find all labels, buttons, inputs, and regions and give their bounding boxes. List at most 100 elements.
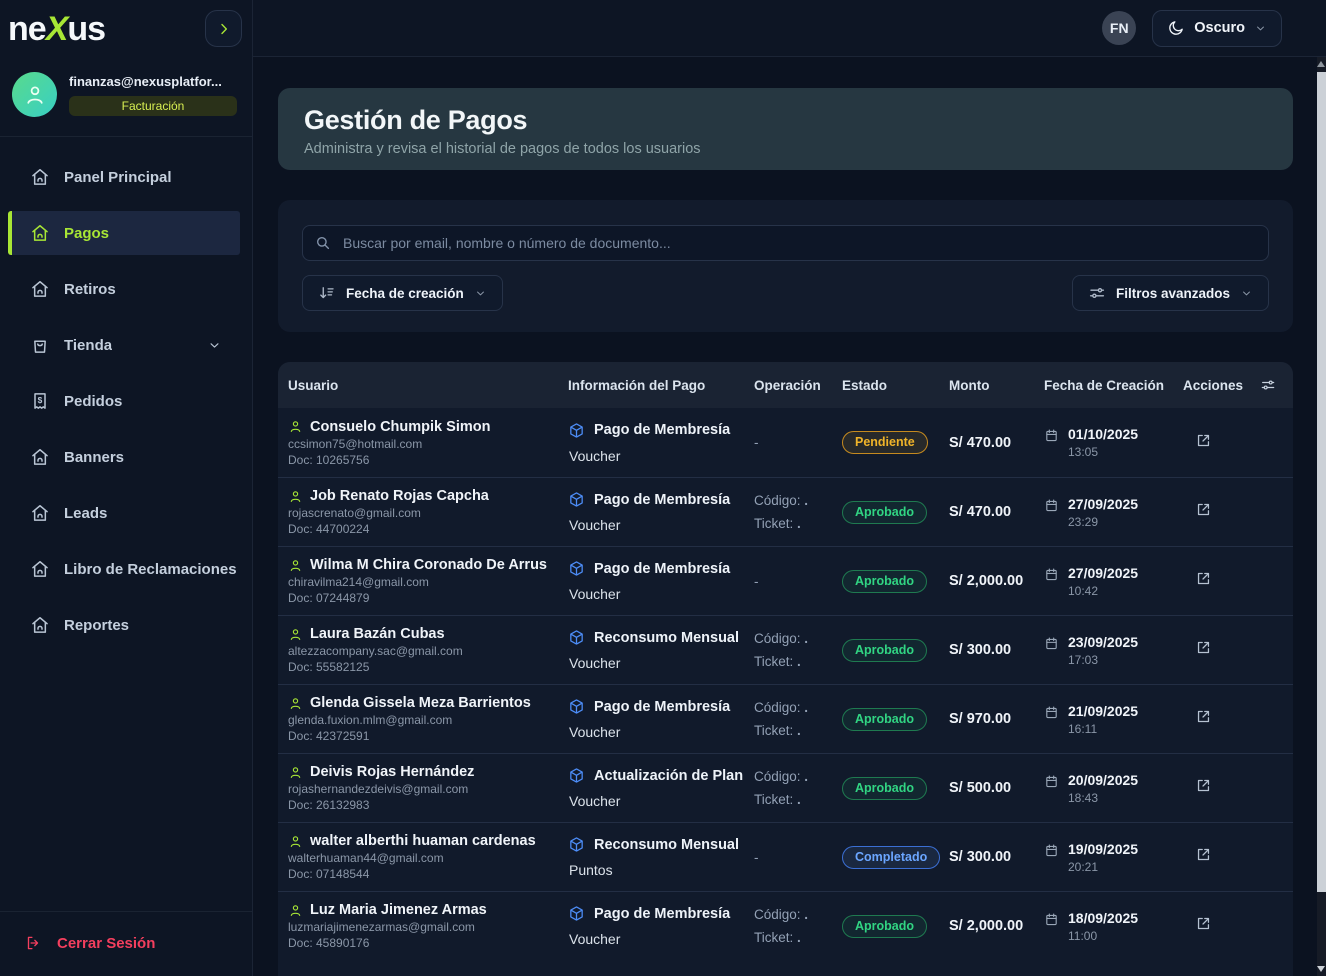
sidebar-item-pedidos[interactable]: $Pedidos [8, 379, 240, 423]
table-row[interactable]: Laura Bazán Cubas altezzacompany.sac@gma… [278, 615, 1293, 684]
payment-info-cell: Reconsumo Mensual Puntos [560, 836, 746, 878]
search-icon [314, 234, 332, 252]
user-icon [288, 627, 303, 642]
person-icon [23, 83, 47, 107]
operation-ticket: Ticket: . [754, 654, 834, 669]
sidebar-item-label: Libro de Reclamaciones [64, 561, 237, 578]
table-row[interactable]: walter alberthi huaman cardenas walterhu… [278, 822, 1293, 891]
creation-time: 13:05 [1068, 445, 1138, 459]
sidebar-item-reportes[interactable]: Reportes [8, 603, 240, 647]
open-detail-button[interactable] [1183, 570, 1212, 587]
user-cell: Wilma M Chira Coronado De Arrus chiravil… [278, 557, 560, 605]
sidebar-item-leads[interactable]: Leads [8, 491, 240, 535]
user-email: rojashernandezdeivis@gmail.com [288, 782, 560, 796]
user-doc: Doc: 42372591 [288, 729, 560, 743]
user-doc: Doc: 26132983 [288, 798, 560, 812]
user-email: chiravilma214@gmail.com [288, 575, 560, 589]
sidebar-item-libro-de-reclamaciones[interactable]: Libro de Reclamaciones [8, 547, 240, 591]
operation-cell: Código: . Ticket: . [746, 769, 834, 807]
actions-cell [1175, 570, 1250, 592]
search-input[interactable] [302, 225, 1269, 261]
sidebar-item-tienda[interactable]: Tienda [8, 323, 240, 367]
status-cell: Aprobado [834, 777, 941, 800]
column-settings-icon[interactable] [1250, 377, 1276, 393]
table-row[interactable]: Consuelo Chumpik Simon ccsimon75@hotmail… [278, 408, 1293, 477]
open-detail-button[interactable] [1183, 432, 1212, 449]
calendar-icon [1044, 912, 1059, 927]
payment-method: Voucher [568, 793, 746, 809]
sidebar-item-panel-principal[interactable]: Panel Principal [8, 155, 240, 199]
package-icon [568, 629, 585, 646]
creation-date: 23/09/2025 [1068, 634, 1138, 650]
sort-dropdown[interactable]: Fecha de creación [302, 275, 503, 311]
advanced-filters-button[interactable]: Filtros avanzados [1072, 275, 1269, 311]
table-body: Consuelo Chumpik Simon ccsimon75@hotmail… [278, 408, 1293, 960]
calendar-icon [1044, 636, 1059, 651]
theme-toggle-button[interactable]: Oscuro [1152, 10, 1282, 47]
status-cell: Aprobado [834, 639, 941, 662]
package-icon [568, 767, 585, 784]
payment-type: Pago de Membresía [594, 906, 730, 922]
user-cell: walter alberthi huaman cardenas walterhu… [278, 833, 560, 881]
operation-codigo: Código: . [754, 769, 834, 784]
user-cell: Job Renato Rojas Capcha rojascrenato@gma… [278, 488, 560, 536]
sidebar-collapse-button[interactable] [205, 10, 242, 47]
status-badge: Aprobado [842, 570, 927, 593]
table-row[interactable]: Wilma M Chira Coronado De Arrus chiravil… [278, 546, 1293, 615]
sliders-icon [1088, 284, 1106, 302]
open-detail-button[interactable] [1183, 846, 1212, 863]
scrollbar-up-arrow[interactable] [1317, 61, 1325, 67]
sidebar-item-label: Banners [64, 449, 124, 466]
logout-label: Cerrar Sesión [57, 935, 155, 952]
sidebar-item-retiros[interactable]: Retiros [8, 267, 240, 311]
creation-date: 01/10/2025 [1068, 426, 1138, 442]
payment-type: Pago de Membresía [594, 561, 730, 577]
open-detail-button[interactable] [1183, 501, 1212, 518]
user-email: altezzacompany.sac@gmail.com [288, 644, 560, 658]
user-doc: Doc: 44700224 [288, 522, 560, 536]
scrollbar-thumb[interactable] [1317, 72, 1326, 892]
calendar-icon [1044, 705, 1059, 720]
table-row[interactable]: Glenda Gissela Meza Barrientos glenda.fu… [278, 684, 1293, 753]
package-icon [568, 560, 585, 577]
user-icon [288, 419, 303, 434]
user-avatar[interactable]: FN [1102, 11, 1136, 45]
payment-type: Actualización de Plan [594, 768, 743, 784]
open-detail-button[interactable] [1183, 777, 1212, 794]
open-detail-button[interactable] [1183, 708, 1212, 725]
table-row[interactable]: Job Renato Rojas Capcha rojascrenato@gma… [278, 477, 1293, 546]
user-cell: Luz Maria Jimenez Armas luzmariajimeneza… [278, 902, 560, 950]
open-detail-button[interactable] [1183, 639, 1212, 656]
advanced-filters-label: Filtros avanzados [1116, 286, 1230, 301]
actions-cell [1175, 432, 1250, 454]
logout-button[interactable]: Cerrar Sesión [0, 911, 252, 976]
user-cell: Deivis Rojas Hernández rojashernandezdei… [278, 764, 560, 812]
package-icon [568, 491, 585, 508]
svg-text:$: $ [38, 395, 43, 405]
status-cell: Aprobado [834, 501, 941, 524]
creation-time: 18:43 [1068, 791, 1138, 805]
creation-date: 27/09/2025 [1068, 496, 1138, 512]
operation-ticket: Ticket: . [754, 723, 834, 738]
payment-info-cell: Pago de Membresía Voucher [560, 698, 746, 740]
package-icon [568, 905, 585, 922]
actions-cell [1175, 777, 1250, 799]
sidebar-item-banners[interactable]: Banners [8, 435, 240, 479]
package-icon [568, 422, 585, 439]
operation-ticket: Ticket: . [754, 792, 834, 807]
operation-empty: - [754, 435, 759, 450]
user-icon [288, 834, 303, 849]
page-title: Gestión de Pagos [304, 105, 1267, 136]
user-cell: Laura Bazán Cubas altezzacompany.sac@gma… [278, 626, 560, 674]
scrollbar[interactable] [1317, 57, 1326, 976]
sidebar-item-pagos[interactable]: Pagos [8, 211, 240, 255]
package-icon [568, 698, 585, 715]
open-detail-button[interactable] [1183, 915, 1212, 932]
table-row[interactable]: Luz Maria Jimenez Armas luzmariajimeneza… [278, 891, 1293, 960]
payment-type: Reconsumo Mensual [594, 837, 739, 853]
scrollbar-down-arrow[interactable] [1317, 966, 1325, 972]
table-row[interactable]: Deivis Rojas Hernández rojashernandezdei… [278, 753, 1293, 822]
theme-label: Oscuro [1194, 20, 1245, 36]
main-area: FN Oscuro Gestión de Pagos Administra y … [253, 0, 1326, 976]
operation-empty: - [754, 850, 759, 865]
